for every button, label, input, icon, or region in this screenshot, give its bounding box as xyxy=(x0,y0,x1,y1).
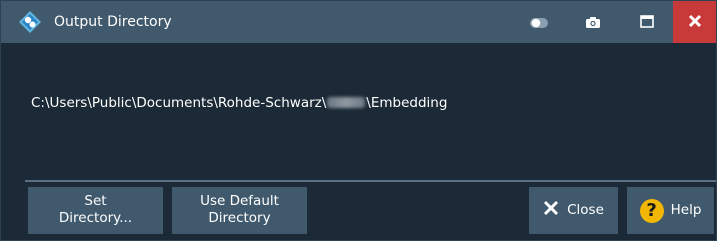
toggle-switch-icon xyxy=(530,13,548,32)
use-default-directory-button[interactable]: Use Default Directory xyxy=(172,187,307,234)
dialog-content: C:\Users\Public\Documents\Rohde-Schwarz\… xyxy=(1,43,716,180)
redacted-path-segment xyxy=(327,97,366,108)
screenshot-button[interactable] xyxy=(570,1,616,43)
footer-divider xyxy=(25,180,716,182)
set-directory-label-line2: Directory... xyxy=(58,210,133,226)
close-button-label: Close xyxy=(567,202,604,218)
window-close-button[interactable] xyxy=(673,1,716,43)
help-icon: ? xyxy=(639,198,664,223)
rohde-schwarz-logo-icon xyxy=(18,10,42,34)
close-button[interactable]: Close xyxy=(529,187,618,234)
maximize-icon xyxy=(640,13,654,32)
use-default-label-line2: Directory xyxy=(208,210,271,226)
close-x-icon xyxy=(543,200,559,221)
directory-path-suffix: \Embedding xyxy=(366,95,448,111)
maximize-button[interactable] xyxy=(624,1,670,43)
title-bar[interactable]: Output Directory xyxy=(1,1,716,43)
set-directory-label-line1: Set xyxy=(84,193,107,209)
directory-path-prefix: C:\Users\Public\Documents\Rohde-Schwarz\ xyxy=(31,95,327,111)
directory-path: C:\Users\Public\Documents\Rohde-Schwarz\… xyxy=(31,95,447,111)
help-button-label: Help xyxy=(670,202,702,218)
window-title: Output Directory xyxy=(54,14,172,30)
set-directory-button[interactable]: Set Directory... xyxy=(28,187,163,234)
camera-icon xyxy=(586,13,600,32)
help-button[interactable]: ? Help xyxy=(627,187,714,234)
close-icon xyxy=(688,13,702,32)
output-directory-dialog: Output Directory C:\Users\Public\Documen… xyxy=(0,0,717,241)
use-default-label-line1: Use Default xyxy=(200,193,279,209)
toggle-button[interactable] xyxy=(516,1,562,43)
